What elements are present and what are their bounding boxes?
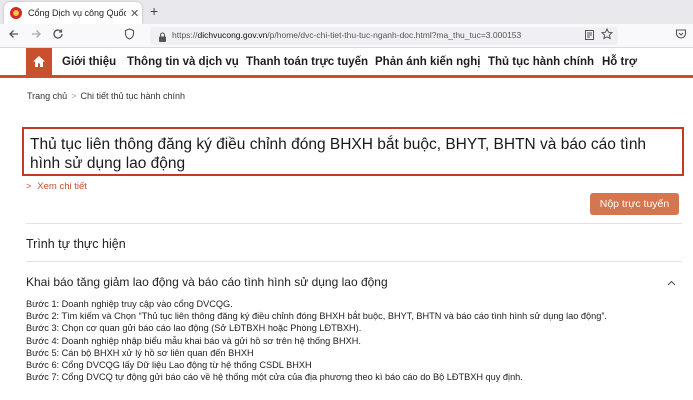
step-item: Bước 7: Cổng DVCQ tự động gửi báo cáo về… xyxy=(26,372,523,383)
address-bar[interactable]: https://dichvucong.gov.vn/p/home/dvc-chi… xyxy=(150,27,618,45)
steps-list: Bước 1: Doanh nghiệp truy cập vào cổng D… xyxy=(26,298,686,383)
menu-item-ho-tro[interactable]: Hỗ trợ xyxy=(602,56,637,68)
step-item: Bước 3: Chọn cơ quan gửi báo cáo lao độn… xyxy=(26,323,362,334)
menu-item-thanh-toan[interactable]: Thanh toán trực tuyến xyxy=(246,56,368,68)
step-item: Bước 1: Doanh nghiệp truy cập vào cổng D… xyxy=(26,299,233,309)
lock-icon[interactable] xyxy=(158,30,167,42)
divider xyxy=(26,223,682,224)
bookmark-star-icon[interactable] xyxy=(600,27,614,44)
divider xyxy=(26,261,682,262)
section-heading: Trình tự thực hiện xyxy=(26,237,126,251)
reload-icon[interactable] xyxy=(52,28,64,44)
submit-online-button[interactable]: Nộp trực tuyến xyxy=(590,193,679,215)
breadcrumb-home-link[interactable]: Trang chủ xyxy=(27,91,67,101)
url-text: https://dichvucong.gov.vn/p/home/dvc-chi… xyxy=(172,30,522,40)
close-tab-icon[interactable]: ✕ xyxy=(130,7,139,20)
browser-tab-strip: Cổng Dịch vụ công Quốc gia ✕ + xyxy=(0,0,693,24)
browser-toolbar: https://dichvucong.gov.vn/p/home/dvc-chi… xyxy=(0,24,693,48)
step-item: Bước 2: Tìm kiếm và Chọn “Thủ tục liên t… xyxy=(26,311,607,322)
menu-item-thu-tuc[interactable]: Thủ tục hành chính xyxy=(488,56,594,68)
home-button[interactable] xyxy=(26,48,52,75)
site-main-menu: Giới thiệu Thông tin và dịch vụ Thanh to… xyxy=(0,48,693,78)
reader-mode-icon[interactable] xyxy=(584,29,595,45)
menu-item-gioi-thieu[interactable]: Giới thiệu xyxy=(62,56,116,68)
breadcrumb-separator: > xyxy=(71,91,77,101)
home-icon xyxy=(33,56,45,67)
procedure-title: Thủ tục liên thông đăng ký điều chỉnh đó… xyxy=(30,136,647,172)
shield-icon[interactable] xyxy=(124,28,135,44)
tab-title: Cổng Dịch vụ công Quốc gia xyxy=(28,8,126,18)
step-item: Bước 6: Cổng DVCQG lấy Dữ liệu Lao động … xyxy=(26,360,312,371)
accordion-header[interactable]: Khai báo tăng giảm lao động và báo cáo t… xyxy=(26,275,388,289)
see-more-label: Xem chi tiết xyxy=(37,181,87,192)
breadcrumb: Trang chủ > Chi tiết thủ tục hành chính xyxy=(27,91,185,101)
site-favicon-icon xyxy=(10,7,22,19)
chevron-up-icon[interactable] xyxy=(667,278,676,288)
step-item: Bước 4: Doanh nghiệp nhập biểu mẫu khai … xyxy=(26,335,361,346)
procedure-title-box: Thủ tục liên thông đăng ký điều chỉnh đó… xyxy=(22,127,684,176)
new-tab-button[interactable]: + xyxy=(150,3,158,19)
pocket-icon[interactable] xyxy=(675,28,687,44)
browser-tab[interactable]: Cổng Dịch vụ công Quốc gia ✕ xyxy=(4,2,142,24)
step-item: Bước 5: Cán bộ BHXH xử lý hồ sơ liên qua… xyxy=(26,347,254,358)
menu-item-thong-tin-dich-vu[interactable]: Thông tin và dịch vụ xyxy=(127,56,239,68)
back-arrow-icon[interactable] xyxy=(8,28,20,44)
chevron-right-icon: > xyxy=(26,181,32,191)
menu-item-phan-anh[interactable]: Phản ánh kiến nghị xyxy=(375,56,480,68)
breadcrumb-current: Chi tiết thủ tục hành chính xyxy=(80,91,186,101)
forward-arrow-icon[interactable] xyxy=(30,28,42,44)
see-more-link[interactable]: > Xem chi tiết xyxy=(26,181,87,192)
